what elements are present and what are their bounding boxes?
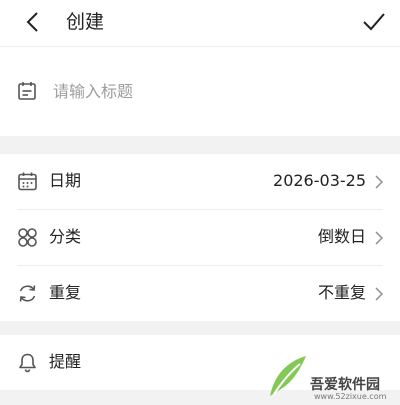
- bell-icon: [17, 352, 38, 373]
- repeat-label: 重复: [49, 283, 82, 302]
- date-value: 2026-03-25: [273, 171, 366, 190]
- back-button[interactable]: [22, 10, 46, 34]
- reminder-card: 提醒: [0, 335, 400, 390]
- calendar-icon: [17, 171, 38, 192]
- settings-card: 日期 2026-03-25 分类 倒数日 重复 不重复: [0, 154, 400, 321]
- category-row[interactable]: 分类 倒数日: [0, 210, 400, 265]
- chevron-right-icon: [374, 174, 384, 189]
- repeat-row[interactable]: 重复 不重复: [0, 266, 400, 321]
- reminder-row[interactable]: 提醒: [0, 335, 400, 390]
- title-card: [0, 47, 400, 136]
- chevron-left-icon: [26, 12, 38, 32]
- date-row[interactable]: 日期 2026-03-25: [0, 154, 400, 209]
- category-value: 倒数日: [317, 227, 366, 246]
- four-petal-icon: [17, 227, 38, 248]
- calendar-note-icon: [17, 81, 37, 101]
- date-label: 日期: [49, 171, 82, 190]
- refresh-icon: [17, 283, 38, 304]
- title-input[interactable]: [53, 77, 373, 105]
- page-title: 创建: [66, 11, 105, 33]
- chevron-right-icon: [374, 230, 384, 245]
- top-bar: 创建: [0, 0, 400, 47]
- watermark-url: www.52zixue.com: [314, 392, 387, 401]
- confirm-button[interactable]: [362, 10, 386, 34]
- category-label: 分类: [49, 227, 82, 246]
- repeat-value: 不重复: [317, 283, 366, 302]
- reminder-label: 提醒: [49, 352, 82, 371]
- checkmark-icon: [363, 13, 385, 31]
- chevron-right-icon: [374, 286, 384, 301]
